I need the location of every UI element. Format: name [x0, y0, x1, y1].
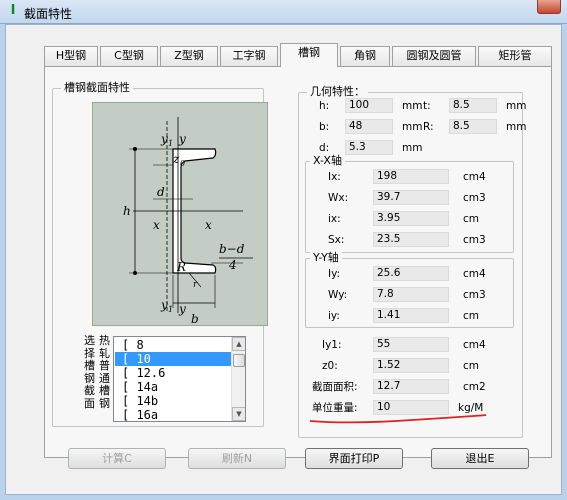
- close-window-button[interactable]: [537, 0, 561, 14]
- iy-label: iy:: [328, 310, 340, 322]
- label-x-left: x: [153, 218, 160, 232]
- label-d: d: [157, 185, 165, 199]
- h-value: 100: [345, 98, 393, 113]
- sx-label: Sx:: [328, 234, 345, 246]
- h-unit: mm: [402, 100, 423, 112]
- list-item[interactable]: [ 16a: [115, 408, 232, 421]
- label-r-big: R: [176, 260, 186, 274]
- list-item-selected[interactable]: [ 10: [115, 352, 232, 366]
- tab-round-steel-pipe[interactable]: 圆钢及圆管: [392, 46, 476, 66]
- t-label: t:: [423, 100, 431, 112]
- title-bar: Ι 截面特性: [0, 0, 567, 24]
- channel-drawing: y y 1 z 0 d x x h R r b−d 4 y y 1 b: [123, 117, 253, 326]
- iy1-value: 55: [373, 337, 449, 352]
- exit-button[interactable]: 退出E: [431, 448, 529, 469]
- yy-axis-title: Y-Y轴: [310, 251, 342, 265]
- window-title: 截面特性: [24, 7, 73, 21]
- iy-unit: cm: [463, 310, 480, 322]
- ix-big-value: 198: [373, 169, 449, 184]
- dialog-client-area: H型钢 C型钢 Z型钢 工字钢 槽钢 角钢 圆钢及圆管 矩形管 槽钢截面特性 y…: [5, 24, 562, 495]
- red-annotation-underline: [309, 414, 487, 424]
- label-y-bottom: y: [178, 302, 186, 316]
- tab-channel-steel[interactable]: 槽钢: [280, 43, 338, 67]
- label-b: b: [191, 312, 199, 326]
- refresh-button[interactable]: 刷新N: [188, 448, 286, 469]
- section-group-title: 槽钢截面特性: [61, 81, 133, 95]
- label-h: h: [123, 204, 131, 218]
- label-z0: z: [172, 152, 180, 166]
- z0-unit: cm: [463, 360, 480, 372]
- tab-angle-steel[interactable]: 角钢: [340, 46, 390, 66]
- list-item[interactable]: [ 14a: [115, 380, 232, 394]
- sx-value: 23.5: [373, 232, 449, 247]
- t-value: 8.5: [449, 98, 497, 113]
- scroll-down-icon[interactable]: ▼: [232, 407, 245, 421]
- z0-label: z0:: [322, 360, 338, 372]
- ix-big-label: Ix:: [328, 171, 341, 183]
- channel-size-listbox[interactable]: [ 8 [ 10 [ 12.6 [ 14a [ 14b [ 16a ▲ ▼: [113, 336, 246, 422]
- tab-rect-tube[interactable]: 矩形管: [478, 46, 552, 66]
- ix-unit: cm: [463, 213, 480, 225]
- b-label: b:: [319, 121, 330, 133]
- tab-z-steel[interactable]: Z型钢: [160, 46, 218, 66]
- ix-value: 3.95: [373, 211, 449, 226]
- label-z0-sub: 0: [180, 159, 185, 168]
- tab-i-beam[interactable]: 工字钢: [220, 46, 278, 66]
- print-view-button[interactable]: 界面打印P: [305, 448, 403, 469]
- wy-label: Wy:: [328, 289, 348, 301]
- label-r-small: r: [193, 280, 198, 290]
- r-label: R:: [423, 121, 434, 133]
- tab-c-steel[interactable]: C型钢: [100, 46, 158, 66]
- label-four: 4: [228, 258, 237, 272]
- steel-app-icon: Ι: [10, 3, 16, 18]
- b-value: 48: [345, 119, 393, 134]
- d-label: d:: [319, 142, 330, 154]
- r-unit: mm: [506, 121, 527, 133]
- z0-value: 1.52: [373, 358, 449, 373]
- listbox-scrollbar[interactable]: ▲ ▼: [231, 337, 245, 421]
- wx-unit: cm3: [463, 192, 486, 204]
- iy1-label: Iy1:: [322, 339, 342, 351]
- list-item[interactable]: [ 8: [115, 338, 232, 352]
- ix-label: ix:: [328, 213, 341, 225]
- label-y-top: y: [178, 132, 186, 146]
- list-item[interactable]: [ 14b: [115, 394, 232, 408]
- d-unit: mm: [402, 142, 423, 154]
- tab-h-steel[interactable]: H型钢: [44, 46, 98, 66]
- geometry-title: 几何特性：: [307, 85, 368, 99]
- label-y1-bottom-sub: 1: [168, 305, 173, 314]
- list-item[interactable]: [ 12.6: [115, 366, 232, 380]
- channel-section-diagram: y y 1 z 0 d x x h R r b−d 4 y y 1 b: [92, 102, 268, 326]
- r-value: 8.5: [449, 119, 497, 134]
- sx-unit: cm3: [463, 234, 486, 246]
- label-x-right: x: [205, 218, 212, 232]
- wx-label: Wx:: [328, 192, 349, 204]
- label-b-minus-d: b−d: [219, 242, 245, 256]
- iy-value: 1.41: [373, 308, 449, 323]
- d-value: 5.3: [345, 140, 393, 155]
- wx-value: 39.7: [373, 190, 449, 205]
- iy-big-label: Iy:: [328, 268, 341, 280]
- iy-big-unit: cm4: [463, 268, 486, 280]
- scroll-thumb[interactable]: [233, 354, 245, 367]
- scroll-up-icon[interactable]: ▲: [232, 337, 245, 351]
- ix-big-unit: cm4: [463, 171, 486, 183]
- label-y1-top-sub: 1: [168, 139, 173, 148]
- iy-big-value: 25.6: [373, 266, 449, 281]
- wy-value: 7.8: [373, 287, 449, 302]
- xx-axis-title: X-X轴: [310, 154, 345, 168]
- area-unit: cm2: [463, 381, 486, 393]
- calculate-button[interactable]: 计算C: [68, 448, 166, 469]
- label-y1-top: y: [160, 132, 168, 146]
- area-label: 截面面积:: [312, 381, 358, 393]
- b-unit: mm: [402, 121, 423, 133]
- wy-unit: cm3: [463, 289, 486, 301]
- label-y1-bottom: y: [160, 298, 168, 312]
- h-label: h:: [319, 100, 330, 112]
- iy1-unit: cm4: [463, 339, 486, 351]
- t-unit: mm: [506, 100, 527, 112]
- area-value: 12.7: [373, 379, 449, 394]
